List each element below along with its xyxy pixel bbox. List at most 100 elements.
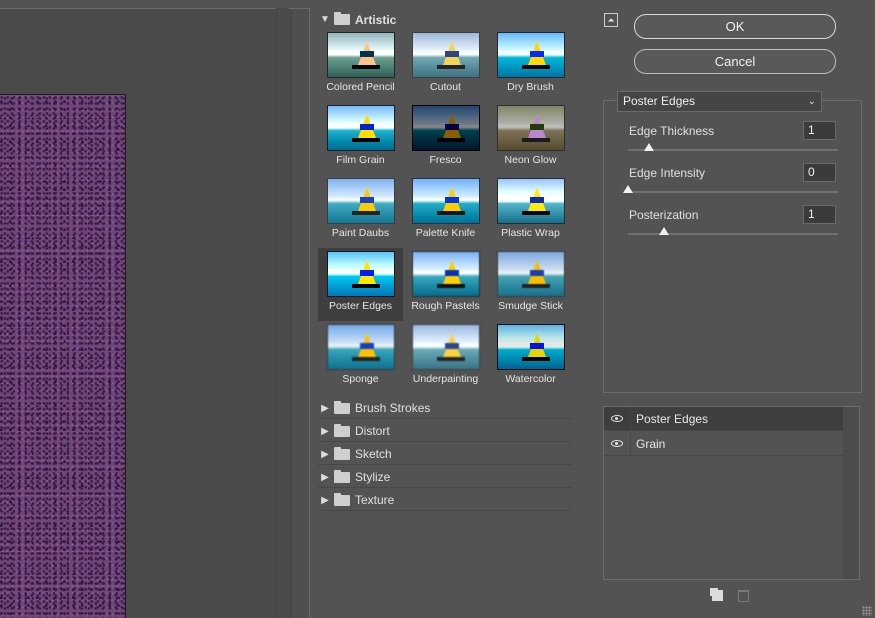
new-effect-layer-icon[interactable] [710,588,723,601]
param-label: Posterization [629,208,699,222]
category-label: Stylize [355,470,391,484]
filter-preview-image [326,32,395,78]
collapsed-triangle-icon: ▶ [321,402,329,414]
filter-thumbnail-label: Fresco [429,154,462,166]
filter-thumbnail-label: Rough Pastels [411,300,480,312]
filter-preview-image [411,32,480,78]
ok-button[interactable]: OK [634,14,836,39]
cancel-button[interactable]: Cancel [634,49,836,74]
dropdown-chevron-icon: ⌄ [807,96,816,107]
filter-thumbnail[interactable]: Plastic Wrap [488,175,573,248]
folder-icon [334,469,350,483]
filter-preview-image [496,32,565,78]
filter-gallery: ▼ Artistic Colored Pencil Cutout Dry Brush… [313,8,589,618]
preview-canvas-image[interactable] [0,94,126,618]
filter-thumbnail-label: Poster Edges [328,300,393,312]
collapsed-triangle-icon: ▶ [321,494,329,506]
filter-preview-image [326,251,395,297]
folder-icon [334,12,350,25]
category-artistic[interactable]: ▼ Artistic [318,9,571,30]
filter-preview-image [496,324,565,370]
folder-icon [334,423,350,437]
category-label: Texture [355,493,395,507]
collapsed-triangle-icon: ▶ [321,425,329,437]
slider-thumb[interactable] [658,227,669,235]
delete-effect-layer-icon[interactable] [738,590,749,602]
eye-icon[interactable] [604,431,631,456]
filter-thumbnail[interactable]: Film Grain [318,102,403,175]
filter-thumbnail-label: Neon Glow [504,154,557,166]
filter-preview-image [326,324,395,370]
filter-thumbnail[interactable]: Palette Knife [403,175,488,248]
effect-layer-label: Grain [636,436,666,451]
slider-thumb[interactable] [623,185,633,193]
param-value-input[interactable]: 0 [803,163,836,182]
effect-layer-label: Poster Edges [636,411,709,426]
filter-thumbnail-label: Watercolor [505,373,556,385]
param-label: Edge Thickness [629,124,715,138]
filter-preview-image [411,105,480,151]
filter-preview-image [326,105,395,151]
collapse-icon[interactable]: ⏶ [604,13,618,27]
filter-thumbnail[interactable]: Paint Daubs [318,175,403,248]
category-label: Artistic [355,12,397,27]
resize-grip-icon[interactable] [862,606,872,616]
filter-thumbnail[interactable]: Smudge Stick [488,248,573,321]
filter-thumbnail[interactable]: Fresco [403,102,488,175]
category-folder[interactable]: ▶ Brush Strokes [318,398,571,419]
filter-thumbnail-label: Underpainting [412,373,479,385]
filter-thumbnail[interactable]: Underpainting [403,321,488,394]
param-value-input[interactable]: 1 [803,121,836,140]
filter-preview-image [411,251,480,297]
filter-preview-image [326,178,395,224]
filter-thumbnail[interactable]: Watercolor [488,321,573,394]
filter-thumbnail[interactable]: Poster Edges [318,248,403,321]
collapsed-triangle-icon: ▶ [321,448,329,460]
layers-scrollbar[interactable] [843,407,859,579]
filter-preview-image [411,324,480,370]
param-slider[interactable] [628,143,838,151]
filter-thumbnail-label: Palette Knife [415,227,476,239]
param-value-input[interactable]: 1 [803,205,836,224]
gallery-scrollbar[interactable] [276,8,289,618]
expanded-triangle-icon: ▼ [320,14,330,25]
filter-thumbnail[interactable]: Rough Pastels [403,248,488,321]
category-folder[interactable]: ▶ Sketch [318,444,571,465]
filter-thumbnail-label: Dry Brush [507,81,554,93]
category-folder[interactable]: ▶ Texture [318,490,571,511]
filter-thumbnail-label: Colored Pencil [326,81,395,93]
filter-preview-image [496,251,565,297]
filter-thumbnail[interactable]: Dry Brush [488,29,573,102]
param-slider[interactable] [628,227,838,235]
slider-thumb[interactable] [644,143,654,151]
filter-thumbnail[interactable]: Cutout [403,29,488,102]
category-label: Distort [355,424,390,438]
filter-thumbnail-label: Paint Daubs [331,227,390,239]
filter-thumbnail-label: Film Grain [336,154,385,166]
filter-select-value: Poster Edges [623,94,696,108]
filter-preview-image [496,105,565,151]
filter-select-dropdown[interactable]: Poster Edges ⌄ [617,91,822,112]
folder-icon [334,400,350,414]
filter-thumbnail-label: Smudge Stick [498,300,563,312]
preview-pane [0,8,310,618]
effect-layer-row[interactable]: Poster Edges [604,406,843,431]
param-slider[interactable] [623,185,838,193]
category-folder[interactable]: ▶ Distort [318,421,571,442]
filter-settings-panel [603,100,862,393]
effect-layer-row[interactable]: Grain [604,431,843,456]
filter-thumbnail-label: Plastic Wrap [501,227,560,239]
collapsed-triangle-icon: ▶ [321,471,329,483]
filter-thumbnail-grid: Colored Pencil Cutout Dry Brush Film Grain F… [318,29,573,394]
eye-icon[interactable] [604,406,631,431]
filter-thumbnail[interactable]: Neon Glow [488,102,573,175]
preview-scrollbar[interactable] [291,9,309,618]
filter-thumbnail-label: Cutout [430,81,461,93]
folder-icon [334,446,350,460]
filter-preview-image [496,178,565,224]
filter-thumbnail[interactable]: Sponge [318,321,403,394]
category-folder[interactable]: ▶ Stylize [318,467,571,488]
filter-thumbnail[interactable]: Colored Pencil [318,29,403,102]
filter-preview-image [411,178,480,224]
param-label: Edge Intensity [629,166,706,180]
